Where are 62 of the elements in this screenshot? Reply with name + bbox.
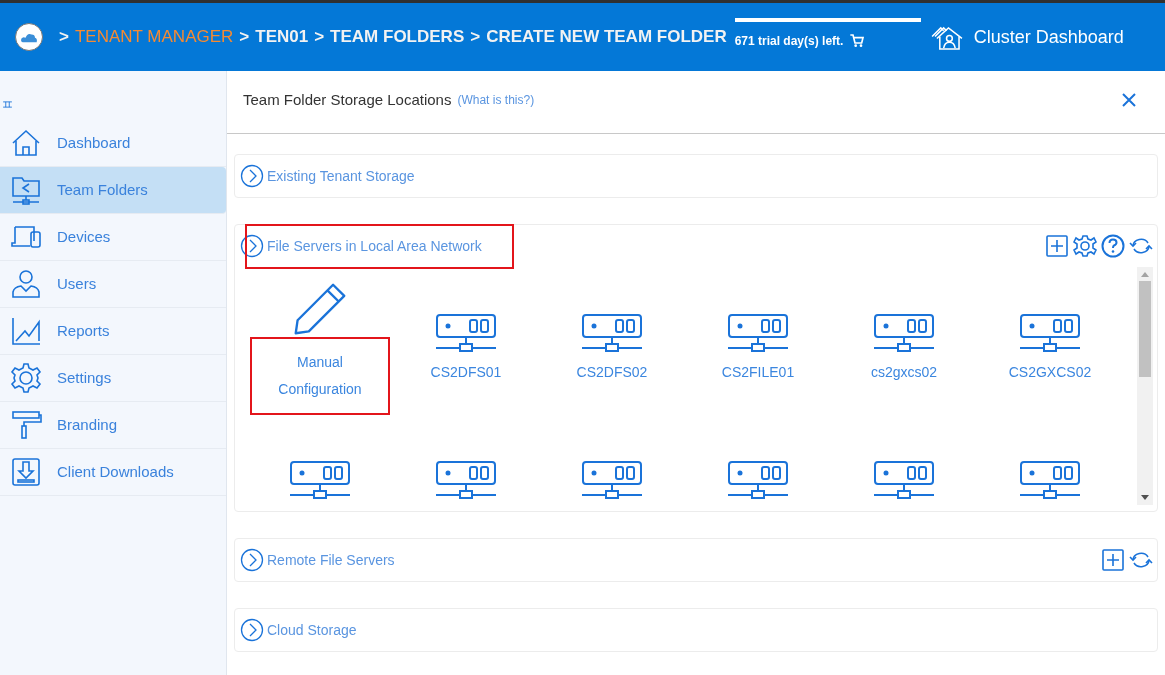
breadcrumb-separator: >: [239, 26, 250, 49]
server-icon: [726, 313, 790, 353]
sidebar-item[interactable]: Branding: [0, 402, 226, 449]
expand-chevron-icon[interactable]: [240, 618, 264, 642]
close-icon[interactable]: [1121, 92, 1137, 108]
trial-days-text: 671 trial day(s) left.: [734, 32, 844, 50]
breadcrumb-separator: >: [59, 26, 69, 49]
server-icon: [434, 313, 498, 353]
sidebar-item[interactable]: Users: [0, 261, 226, 308]
panel-title: Team Folder Storage Locations: [243, 89, 452, 110]
add-icon[interactable]: [1101, 548, 1125, 572]
server-name[interactable]: CS2DFS02: [572, 359, 652, 386]
settings-icon: [10, 362, 42, 394]
breadcrumb-link[interactable]: TEAM FOLDERS: [330, 24, 465, 50]
sidebar-item[interactable]: Settings: [0, 355, 226, 402]
cluster-dashboard-link[interactable]: Cluster Dashboard: [930, 23, 1124, 51]
server-icon: [1018, 313, 1082, 353]
home-icon: [10, 127, 42, 159]
breadcrumb-link[interactable]: CREATE NEW TEAM FOLDER: [486, 24, 727, 50]
server-name[interactable]: CS2FILE01: [717, 359, 799, 386]
expand-chevron-icon[interactable]: [240, 164, 264, 188]
download-icon: [10, 456, 42, 488]
scrollbar[interactable]: [1137, 267, 1153, 505]
collapse-icon[interactable]: [3, 101, 12, 108]
server-icon: [726, 460, 790, 500]
houses-icon: [930, 24, 964, 50]
cart-icon[interactable]: [849, 32, 866, 49]
roller-icon: [10, 409, 42, 441]
server-name[interactable]: CS2DFS01: [426, 359, 506, 386]
breadcrumb-separator: >: [470, 26, 481, 49]
server-icon: [580, 460, 644, 500]
sidebar-item[interactable]: Client Downloads: [0, 449, 226, 496]
pencil-icon: [292, 281, 348, 337]
add-icon[interactable]: [1045, 234, 1069, 258]
folder-icon: [10, 174, 42, 206]
sidebar-item[interactable]: Team Folders: [0, 167, 226, 214]
chart-icon: [10, 315, 42, 347]
settings-icon[interactable]: [1073, 234, 1097, 258]
sidebar-item[interactable]: Reports: [0, 308, 226, 355]
server-name[interactable]: CS2GXCS02: [1004, 359, 1096, 386]
logo-icon[interactable]: [15, 23, 43, 51]
section-title[interactable]: Remote File Servers: [267, 549, 395, 571]
help-icon[interactable]: [1101, 234, 1125, 258]
server-name[interactable]: cs2gxcs02: [866, 359, 942, 386]
user-icon: [10, 268, 42, 300]
section-title[interactable]: Existing Tenant Storage: [267, 165, 415, 187]
scroll-down-icon[interactable]: [1141, 495, 1149, 501]
server-icon: [580, 313, 644, 353]
sidebar-item[interactable]: Devices: [0, 214, 226, 261]
server-icon: [872, 313, 936, 353]
expand-chevron-icon[interactable]: [240, 234, 264, 258]
server-icon: [1018, 460, 1082, 500]
breadcrumb-separator: >: [314, 26, 325, 49]
expand-chevron-icon[interactable]: [240, 548, 264, 572]
section-title[interactable]: File Servers in Local Area Network: [247, 225, 512, 267]
server-icon: [288, 460, 352, 500]
section-title[interactable]: Cloud Storage: [267, 619, 357, 641]
server-icon: [434, 460, 498, 500]
what-is-this-link[interactable]: (What is this?): [457, 91, 535, 109]
breadcrumb-link[interactable]: TEN01: [255, 24, 309, 50]
server-icon: [872, 460, 936, 500]
manual-configuration-label[interactable]: Manual Configuration: [252, 339, 388, 413]
